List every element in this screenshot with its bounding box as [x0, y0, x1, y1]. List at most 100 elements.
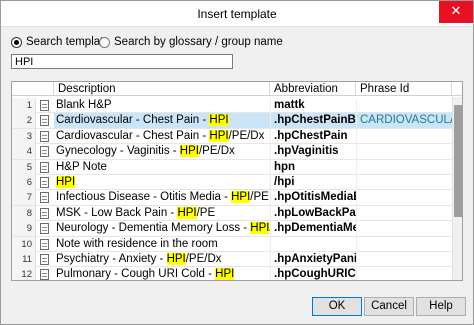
table-row[interactable]: 7 Infectious Disease - Otitis Media - HPI… [12, 190, 452, 206]
row-number: 11 [12, 251, 36, 267]
row-abbreviation[interactable]: .hpVaginitis [270, 144, 356, 160]
row-phrase-id[interactable] [356, 98, 452, 113]
description-text: H&P Note [56, 160, 107, 173]
description-suffix: /PE/Dx [198, 145, 235, 158]
grid-header: Description Abbreviation Phrase Id [12, 82, 462, 96]
row-phrase-id[interactable] [356, 205, 452, 221]
row-number: 5 [12, 159, 36, 175]
row-abbreviation[interactable]: .hpChestPainBRIEF [270, 113, 356, 129]
description-text: Infectious Disease - Otitis Media - [56, 191, 232, 204]
row-description[interactable]: Psychiatry - Anxiety - HPI/PE/Dx [54, 252, 270, 267]
grid-rows: 1 Blank H&P mattk 2 Cardiovascular - Chest P… [12, 98, 452, 281]
row-abbreviation[interactable]: .hpCoughURICold... [270, 267, 356, 280]
table-row[interactable]: 4 Gynecology - Vaginitis - HPI/PE/Dx .hpVa… [12, 144, 452, 160]
row-description[interactable]: Neurology - Dementia Memory Loss - HPI/P… [54, 221, 270, 236]
table-row[interactable]: 6 HPI/hpi [12, 174, 452, 191]
description-text: Cardiovascular - Chest Pain - [56, 114, 210, 127]
template-document-icon [38, 221, 54, 236]
description-text: Neurology - Dementia Memory Loss - [56, 222, 251, 235]
help-button[interactable]: Help [416, 297, 466, 316]
row-number: 2 [12, 113, 36, 129]
scrollbar-thumb[interactable] [454, 105, 462, 217]
table-row[interactable]: 1 Blank H&P mattk [12, 98, 452, 114]
search-input[interactable]: HPI [11, 54, 233, 69]
search-match-highlight: HPI [250, 222, 270, 235]
row-description[interactable]: Cardiovascular - Chest Pain - HPI [54, 113, 270, 129]
search-template-radio[interactable]: Search template [11, 36, 110, 48]
search-match-highlight: HPI [56, 175, 76, 188]
template-document-icon [38, 113, 54, 128]
row-description[interactable]: H&P Note [54, 160, 270, 175]
template-document-icon [38, 98, 54, 113]
template-document-icon [38, 267, 54, 280]
description-text: Psychiatry - Anxiety - [56, 252, 167, 265]
title-bar: Insert template ✕ [1, 1, 473, 27]
row-abbreviation[interactable]: .hpDementiaMem... [270, 221, 356, 237]
search-template-label: Search template [26, 36, 110, 48]
table-row[interactable]: 11 Psychiatry - Anxiety - HPI/PE/Dx .hpAnx… [12, 251, 452, 268]
table-row[interactable]: 9 Neurology - Dementia Memory Loss - HPI/… [12, 221, 452, 237]
cancel-button[interactable]: Cancel [364, 297, 414, 316]
vertical-scrollbar[interactable] [452, 97, 462, 280]
table-row[interactable]: 2 Cardiovascular - Chest Pain - HPI .hpChe… [12, 113, 452, 129]
table-row[interactable]: 12 Pulmonary - Cough URI Cold - HPI .hpCou… [12, 267, 452, 281]
search-glossary-label: Search by glossary / group name [114, 36, 283, 48]
row-abbreviation[interactable]: .hpOtitisMediaEar... [270, 190, 356, 206]
row-number: 3 [12, 128, 36, 144]
column-header-phrase-id[interactable]: Phrase Id [356, 82, 452, 96]
row-phrase-id[interactable] [356, 236, 452, 252]
table-row[interactable]: 3 Cardiovascular - Chest Pain - HPI/PE/Dx… [12, 128, 452, 145]
search-glossary-radio[interactable]: Search by glossary / group name [99, 36, 283, 48]
row-abbreviation[interactable]: mattk [270, 98, 356, 113]
row-abbreviation[interactable]: .hpAnxietyPanicA... [270, 251, 356, 267]
description-text: Blank H&P [56, 99, 112, 111]
row-phrase-id[interactable] [356, 267, 452, 280]
row-number: 10 [12, 236, 36, 252]
row-number: 9 [12, 221, 36, 237]
table-row[interactable]: 10 Note with residence in the room [12, 236, 452, 252]
row-abbreviation[interactable]: /hpi [270, 174, 356, 190]
row-phrase-id[interactable] [356, 128, 452, 144]
template-document-icon [38, 206, 54, 221]
template-document-icon [38, 160, 54, 175]
row-phrase-id[interactable]: CARDIOVASCULAR-... [356, 113, 452, 129]
table-row[interactable]: 5 H&P Note hpn [12, 159, 452, 175]
search-match-highlight: HPI [231, 191, 251, 204]
dialog-title: Insert template [197, 7, 277, 21]
row-number: 1 [12, 98, 36, 113]
row-phrase-id[interactable] [356, 159, 452, 175]
template-document-icon [38, 237, 54, 252]
row-description[interactable]: Cardiovascular - Chest Pain - HPI/PE/Dx [54, 129, 270, 144]
row-phrase-id[interactable] [356, 221, 452, 237]
row-phrase-id[interactable] [356, 251, 452, 267]
ok-button[interactable]: OK [312, 297, 362, 316]
radio-selected-icon [11, 36, 22, 48]
row-number: 6 [12, 174, 36, 190]
row-number: 4 [12, 144, 36, 160]
row-description[interactable]: Infectious Disease - Otitis Media - HPI/… [54, 190, 270, 205]
template-document-icon [38, 252, 54, 267]
row-abbreviation[interactable] [270, 236, 356, 252]
row-phrase-id[interactable] [356, 174, 452, 190]
row-abbreviation[interactable]: .hpChestPain [270, 128, 356, 144]
column-header-description[interactable]: Description [54, 82, 270, 96]
row-description[interactable]: Blank H&P [54, 98, 270, 113]
row-phrase-id[interactable] [356, 144, 452, 160]
description-text: Pulmonary - Cough URI Cold - [56, 268, 216, 281]
search-match-highlight: HPI [209, 114, 229, 127]
row-description[interactable]: HPI [54, 175, 270, 190]
table-row[interactable]: 8 MSK - Low Back Pain - HPI/PE .hpLowBackP… [12, 205, 452, 222]
description-text: Cardiovascular - Chest Pain - [56, 129, 210, 142]
row-description[interactable]: Pulmonary - Cough URI Cold - HPI [54, 267, 270, 281]
close-button[interactable]: ✕ [439, 1, 473, 23]
row-abbreviation[interactable]: hpn [270, 159, 356, 175]
row-description[interactable]: Note with residence in the room [54, 237, 270, 252]
row-description[interactable]: Gynecology - Vaginitis - HPI/PE/Dx [54, 144, 270, 159]
column-header-abbreviation[interactable]: Abbreviation [270, 82, 356, 96]
description-suffix: /PE/Dx [228, 129, 265, 142]
row-abbreviation[interactable]: .hpLowBackPain [270, 205, 356, 221]
row-description[interactable]: MSK - Low Back Pain - HPI/PE [54, 206, 270, 221]
search-match-highlight: HPI [177, 206, 197, 219]
description-text: MSK - Low Back Pain - [56, 206, 178, 219]
row-phrase-id[interactable] [356, 190, 452, 206]
